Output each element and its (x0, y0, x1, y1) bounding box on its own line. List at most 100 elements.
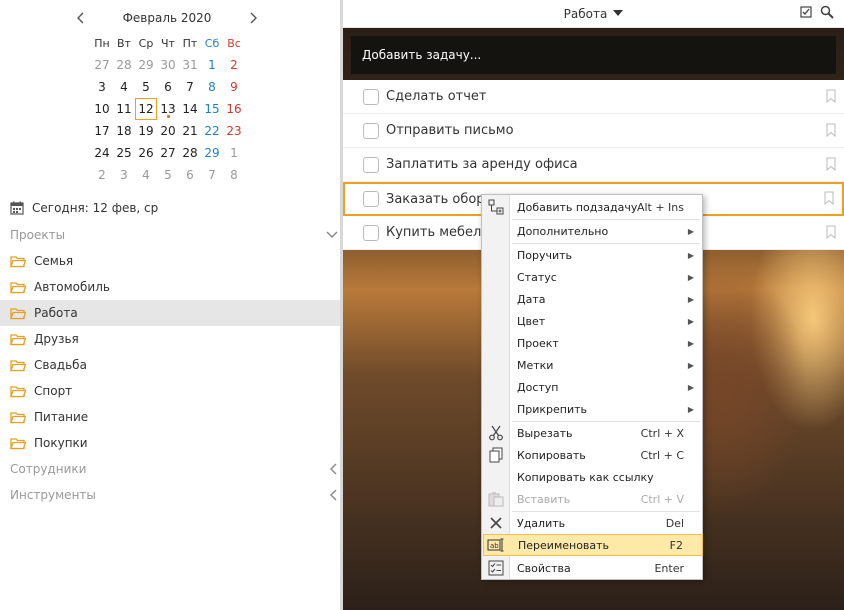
bookmark-icon[interactable] (824, 191, 834, 205)
calendar-day[interactable]: 4 (135, 164, 157, 186)
calendar-day[interactable]: 26 (135, 142, 157, 164)
calendar-day[interactable]: 4 (113, 76, 135, 98)
menu-item-rename[interactable]: Переименовать F2 (483, 534, 703, 556)
task-row[interactable]: Сделать отчет (343, 80, 844, 114)
employees-section-header[interactable]: Сотрудники (10, 462, 338, 476)
project-dropdown[interactable]: Работа (564, 7, 624, 21)
calendar-day[interactable]: 24 (91, 142, 113, 164)
calendar-day[interactable]: 6 (157, 76, 179, 98)
calendar-day[interactable]: 3 (91, 76, 113, 98)
calendar-day[interactable]: 23 (223, 120, 245, 142)
calendar-day[interactable]: 3 (113, 164, 135, 186)
calendar-day[interactable]: 21 (179, 120, 201, 142)
calendar-day[interactable]: 6 (179, 164, 201, 186)
calendar-day[interactable]: 18 (113, 120, 135, 142)
task-checkbox[interactable] (363, 156, 379, 173)
calendar-day[interactable]: 31 (179, 54, 201, 76)
calendar-day[interactable]: 14 (179, 98, 201, 120)
calendar-day[interactable]: 13 (157, 98, 179, 120)
menu-item-shortcut: Alt + Ins (636, 200, 684, 214)
calendar-day[interactable]: 8 (223, 164, 245, 186)
calendar-day[interactable]: 19 (135, 120, 157, 142)
bookmark-icon[interactable] (826, 225, 836, 239)
calendar-day[interactable]: 16 (223, 98, 245, 120)
bookmark-icon[interactable] (826, 157, 836, 171)
calendar-day[interactable]: 8 (201, 76, 223, 98)
svg-text:ab: ab (490, 542, 499, 550)
menu-item-delete[interactable]: Удалить Del (510, 512, 703, 534)
calendar-day[interactable]: 11 (113, 98, 135, 120)
task-checkbox[interactable] (363, 88, 379, 105)
calendar-day[interactable]: 29 (201, 142, 223, 164)
project-item[interactable]: Покупки (0, 430, 340, 456)
bookmark-icon[interactable] (826, 123, 836, 137)
menu-item-access[interactable]: Доступ ▶ (510, 376, 703, 398)
projects-section-header[interactable]: Проекты (10, 228, 338, 242)
menu-item-copy-link[interactable]: Копировать как ссылку (510, 466, 703, 488)
calendar-day[interactable]: 30 (157, 54, 179, 76)
calendar-day[interactable]: 25 (113, 142, 135, 164)
menu-item-assign[interactable]: Поручить ▶ (510, 244, 703, 266)
task-row[interactable]: Отправить письмо (343, 114, 844, 148)
calendar-day[interactable]: 5 (135, 76, 157, 98)
calendar-day[interactable]: 9 (223, 76, 245, 98)
calendar-day[interactable]: 29 (135, 54, 157, 76)
weekday-header: Пн (94, 36, 110, 50)
project-item[interactable]: Друзья (0, 326, 340, 352)
project-item[interactable]: Питание (0, 404, 340, 430)
search-icon[interactable] (820, 5, 834, 19)
project-item[interactable]: Спорт (0, 378, 340, 404)
properties-checklist-icon (486, 558, 506, 578)
calendar-day[interactable]: 2 (223, 54, 245, 76)
task-checkbox[interactable] (363, 224, 379, 241)
task-row[interactable]: Заплатить за аренду офиса (343, 148, 844, 182)
checkbox-toggle-icon[interactable] (800, 6, 812, 18)
topbar-tools (800, 5, 834, 19)
project-item[interactable]: Автомобиль (0, 274, 340, 300)
calendar-day[interactable]: 22 (201, 120, 223, 142)
menu-item-date[interactable]: Дата ▶ (510, 288, 703, 310)
menu-item-add-subtask[interactable]: Добавить подзадачу Alt + Ins (510, 196, 703, 218)
calendar-day[interactable]: 7 (201, 164, 223, 186)
project-label: Друзья (34, 332, 79, 346)
menu-item-status[interactable]: Статус ▶ (510, 266, 703, 288)
project-item-active[interactable]: Работа (0, 300, 340, 326)
calendar-day-selected[interactable]: 12 (135, 98, 157, 120)
calendar-day[interactable]: 28 (179, 142, 201, 164)
menu-item-label: Добавить подзадачу (517, 200, 638, 214)
calendar-day[interactable]: 28 (113, 54, 135, 76)
menu-item-cut[interactable]: Вырезать Ctrl + X (510, 422, 703, 444)
calendar-day[interactable]: 27 (157, 142, 179, 164)
calendar-day[interactable]: 17 (91, 120, 113, 142)
menu-item-label: Доступ (517, 380, 559, 394)
calendar-day[interactable]: 20 (157, 120, 179, 142)
calendar-day[interactable]: 5 (157, 164, 179, 186)
task-checkbox[interactable] (363, 122, 379, 139)
menu-item-color[interactable]: Цвет ▶ (510, 310, 703, 332)
menu-item-additional[interactable]: Дополнительно ▶ (510, 220, 703, 242)
project-item[interactable]: Свадьба (0, 352, 340, 378)
menu-item-copy[interactable]: Копировать Ctrl + C (510, 444, 703, 466)
bookmark-icon[interactable] (826, 89, 836, 103)
project-label: Питание (34, 410, 89, 424)
calendar-day[interactable]: 15 (201, 98, 223, 120)
prev-month-button[interactable] (72, 9, 90, 27)
calendar-day[interactable]: 27 (91, 54, 113, 76)
menu-item-project[interactable]: Проект ▶ (510, 332, 703, 354)
calendar-day[interactable]: 10 (91, 98, 113, 120)
chevron-left-icon (77, 12, 84, 24)
add-task-input[interactable]: Добавить задачу... (351, 36, 836, 74)
menu-item-tags[interactable]: Метки ▶ (510, 354, 703, 376)
next-month-button[interactable] (244, 9, 262, 27)
calendar-day[interactable]: 1 (201, 54, 223, 76)
tools-section-header[interactable]: Инструменты (10, 488, 338, 502)
task-checkbox[interactable] (363, 191, 379, 207)
project-label: Семья (34, 254, 74, 268)
menu-item-properties[interactable]: Свойства Enter (510, 557, 703, 579)
calendar-day[interactable]: 1 (223, 142, 245, 164)
today-link[interactable]: Сегодня: 12 фев, ср (10, 201, 158, 215)
calendar-day[interactable]: 7 (179, 76, 201, 98)
menu-item-attach[interactable]: Прикрепить ▶ (510, 398, 703, 420)
project-item[interactable]: Семья (0, 248, 340, 274)
calendar-day[interactable]: 2 (91, 164, 113, 186)
